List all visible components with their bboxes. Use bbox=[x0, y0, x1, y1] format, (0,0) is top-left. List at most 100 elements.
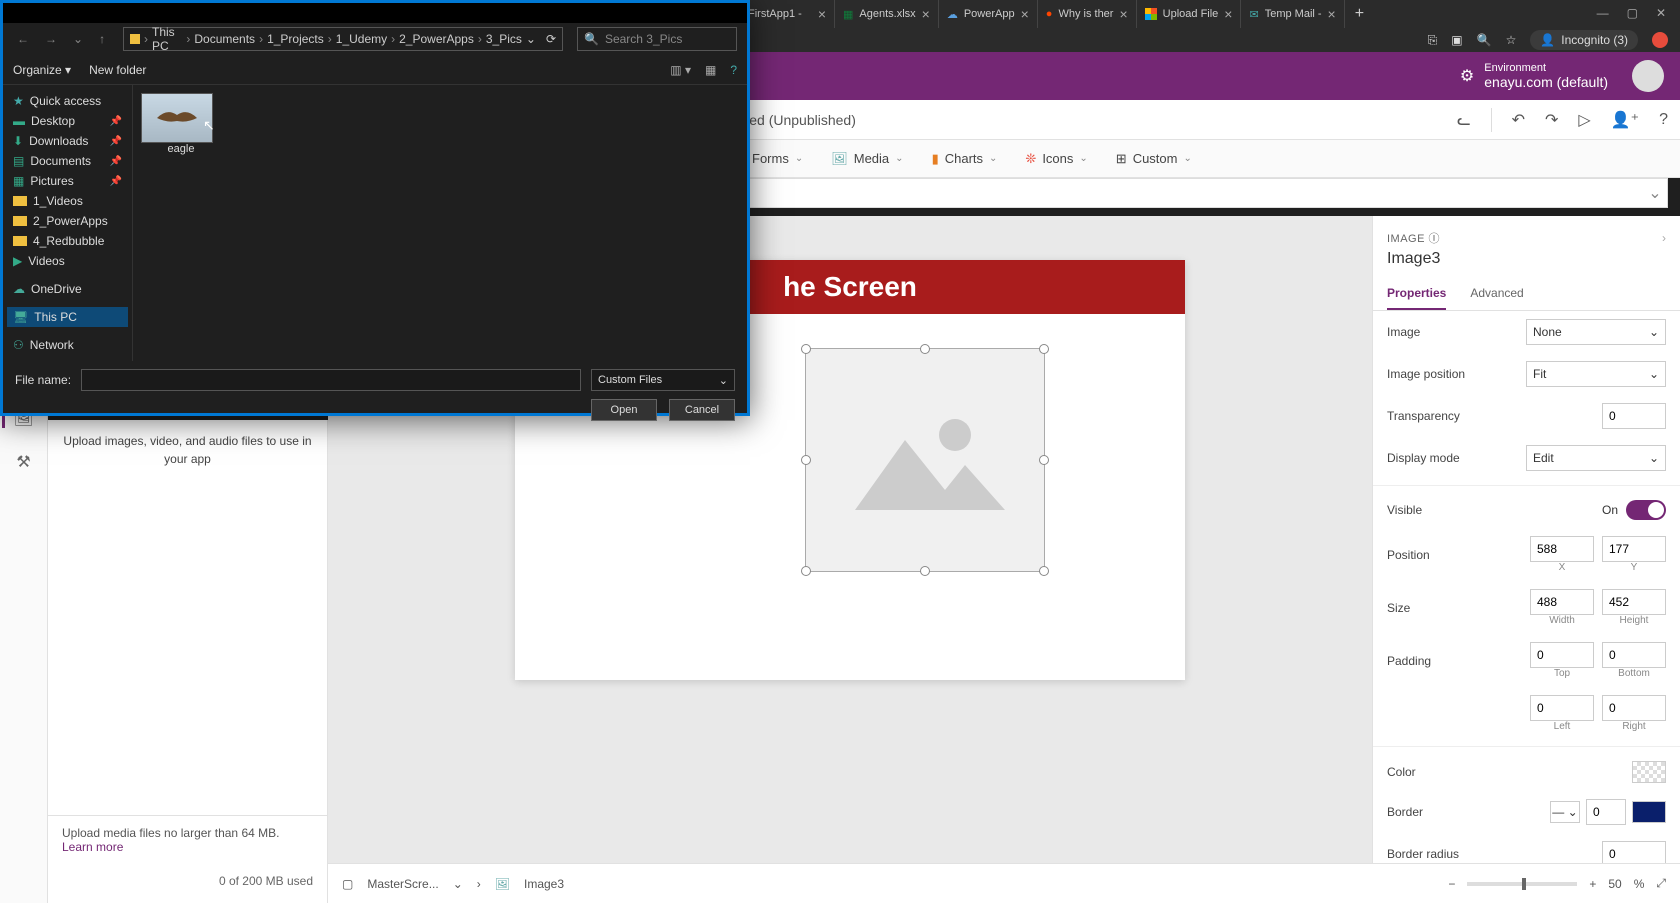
view-icon[interactable]: ▥ ▾ bbox=[670, 63, 691, 77]
up-icon[interactable]: ↑ bbox=[95, 32, 109, 46]
browser-tab-2[interactable]: ☁PowerApp× bbox=[939, 0, 1038, 28]
zoom-in-button[interactable]: + bbox=[1589, 877, 1596, 891]
path-bar[interactable]: ›This PC ›Documents ›1_Projects ›1_Udemy… bbox=[123, 27, 563, 51]
play-icon[interactable]: ▷ bbox=[1578, 110, 1590, 130]
fit-icon[interactable]: ⤢ bbox=[1656, 876, 1666, 891]
star-icon[interactable]: ☆ bbox=[1506, 33, 1517, 47]
tree-onedrive[interactable]: ☁OneDrive bbox=[7, 279, 128, 299]
resize-handle[interactable] bbox=[920, 344, 930, 354]
zoom-out-button[interactable]: − bbox=[1448, 877, 1455, 891]
dialog-titlebar[interactable] bbox=[3, 3, 747, 23]
tree-desktop[interactable]: ▬Desktop📌 bbox=[7, 111, 128, 131]
position-y-input[interactable] bbox=[1602, 536, 1666, 562]
close-icon[interactable]: ✕ bbox=[1656, 6, 1666, 20]
tree-4redbubble[interactable]: 4_Redbubble bbox=[7, 231, 128, 251]
chevron-down-icon[interactable]: ⌄ bbox=[1643, 183, 1667, 203]
close-icon[interactable]: × bbox=[818, 6, 826, 22]
close-icon[interactable]: × bbox=[922, 6, 930, 22]
redo-icon[interactable]: ↷ bbox=[1545, 110, 1558, 130]
filetype-filter[interactable]: Custom Files⌄ bbox=[591, 369, 735, 391]
tools-rail-icon[interactable]: ⚒ bbox=[16, 452, 30, 472]
custom-menu[interactable]: ⊞Custom⌄ bbox=[1116, 151, 1192, 167]
resize-handle[interactable] bbox=[1039, 566, 1049, 576]
resize-handle[interactable] bbox=[801, 344, 811, 354]
tree-network[interactable]: ⚇Network bbox=[7, 335, 128, 355]
tree-downloads[interactable]: ⬇Downloads📌 bbox=[7, 131, 128, 151]
path-seg[interactable]: 1_Udemy bbox=[336, 32, 387, 46]
profile-avatar[interactable] bbox=[1652, 32, 1668, 48]
color-picker[interactable] bbox=[1632, 761, 1666, 783]
padding-bottom-input[interactable] bbox=[1602, 642, 1666, 668]
new-folder-button[interactable]: New folder bbox=[89, 63, 146, 77]
file-list[interactable]: eagle bbox=[133, 85, 747, 361]
tree-documents[interactable]: ▤Documents📌 bbox=[7, 151, 128, 171]
position-x-input[interactable] bbox=[1530, 536, 1594, 562]
border-radius-input[interactable] bbox=[1602, 841, 1666, 863]
path-seg[interactable]: 1_Projects bbox=[267, 32, 324, 46]
screen-breadcrumb[interactable]: MasterScre... bbox=[367, 877, 438, 891]
filename-input[interactable] bbox=[81, 369, 581, 391]
file-eagle[interactable]: eagle bbox=[141, 93, 221, 155]
forward-icon[interactable]: → bbox=[41, 32, 61, 46]
width-input[interactable] bbox=[1530, 589, 1594, 615]
learn-more-link[interactable]: Learn more bbox=[62, 840, 123, 854]
path-seg[interactable]: 2_PowerApps bbox=[399, 32, 474, 46]
image-control[interactable] bbox=[805, 348, 1045, 572]
tree-pictures[interactable]: ▦Pictures📌 bbox=[7, 171, 128, 191]
preview-icon[interactable]: ▦ bbox=[705, 63, 716, 77]
media-menu[interactable]: 🖼Media⌄ bbox=[831, 151, 903, 167]
resize-handle[interactable] bbox=[801, 455, 811, 465]
cancel-button[interactable]: Cancel bbox=[669, 399, 735, 421]
border-width-input[interactable] bbox=[1586, 799, 1626, 825]
path-seg[interactable]: 3_Pics bbox=[486, 32, 522, 46]
close-icon[interactable]: × bbox=[1224, 6, 1232, 22]
transparency-input[interactable] bbox=[1602, 403, 1666, 429]
image-select[interactable]: None⌄ bbox=[1526, 319, 1666, 345]
forms-menu[interactable]: Forms⌄ bbox=[752, 151, 803, 166]
padding-right-input[interactable] bbox=[1602, 695, 1666, 721]
control-breadcrumb[interactable]: Image3 bbox=[524, 877, 564, 891]
displaymode-select[interactable]: Edit⌄ bbox=[1526, 445, 1666, 471]
charts-menu[interactable]: ▮Charts⌄ bbox=[932, 151, 998, 167]
incognito-badge[interactable]: 👤 Incognito (3) bbox=[1530, 30, 1638, 50]
browser-tab-1[interactable]: ▦Agents.xlsx× bbox=[835, 0, 939, 28]
share-icon[interactable]: 👤⁺ bbox=[1611, 110, 1639, 130]
tree-thispc[interactable]: 🖥This PC bbox=[7, 307, 128, 327]
tree-2powerapps[interactable]: 2_PowerApps bbox=[7, 211, 128, 231]
height-input[interactable] bbox=[1602, 589, 1666, 615]
resize-handle[interactable] bbox=[920, 566, 930, 576]
camera-icon[interactable]: ▣ bbox=[1451, 33, 1462, 47]
organize-menu[interactable]: Organize ▾ bbox=[13, 63, 71, 77]
environment-icon[interactable]: ⚙ bbox=[1460, 66, 1474, 86]
path-seg[interactable]: Documents bbox=[194, 32, 255, 46]
checker-icon[interactable]: ᓚ bbox=[1457, 110, 1471, 130]
undo-icon[interactable]: ↶ bbox=[1512, 110, 1525, 130]
browser-tab-3[interactable]: ●Why is ther× bbox=[1038, 0, 1137, 28]
resize-handle[interactable] bbox=[1039, 455, 1049, 465]
help-icon[interactable]: ⓘ bbox=[1429, 233, 1441, 245]
close-icon[interactable]: × bbox=[1328, 6, 1336, 22]
chevron-down-icon[interactable]: ⌄ bbox=[526, 32, 536, 46]
border-style-select[interactable]: — ⌄ bbox=[1550, 801, 1580, 823]
resize-handle[interactable] bbox=[801, 566, 811, 576]
refresh-icon[interactable]: ⟳ bbox=[546, 32, 556, 46]
zoom-slider[interactable] bbox=[1467, 882, 1577, 886]
zoom-icon[interactable]: 🔍 bbox=[1477, 33, 1492, 47]
browser-tab-4[interactable]: Upload File× bbox=[1137, 0, 1242, 28]
padding-top-input[interactable] bbox=[1530, 642, 1594, 668]
tree-1videos[interactable]: 1_Videos bbox=[7, 191, 128, 211]
close-icon[interactable]: × bbox=[1021, 6, 1029, 22]
maximize-icon[interactable]: ▢ bbox=[1627, 6, 1638, 20]
border-color-picker[interactable] bbox=[1632, 801, 1666, 823]
back-icon[interactable]: ← bbox=[13, 32, 33, 46]
cast-icon[interactable]: ⎘ bbox=[1428, 33, 1438, 48]
open-button[interactable]: Open bbox=[591, 399, 657, 421]
tab-advanced[interactable]: Advanced bbox=[1470, 278, 1523, 310]
user-avatar[interactable] bbox=[1632, 60, 1664, 92]
chevron-down-icon[interactable]: ⌄ bbox=[453, 877, 463, 891]
browser-tab-5[interactable]: ✉Temp Mail -× bbox=[1241, 0, 1344, 28]
close-icon[interactable]: × bbox=[1119, 6, 1127, 22]
environment-name[interactable]: enayu.com (default) bbox=[1484, 74, 1608, 90]
help-icon[interactable]: ? bbox=[730, 63, 737, 77]
browser-tab-0[interactable]: FirstApp1 -× bbox=[740, 0, 835, 28]
